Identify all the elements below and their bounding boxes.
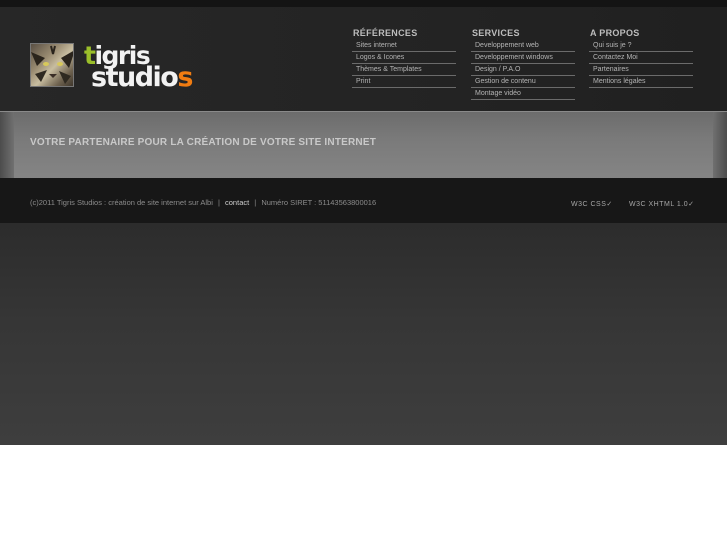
menu-item-dev-web[interactable]: Developpement web — [471, 40, 575, 52]
top-band — [0, 0, 727, 7]
menu-item-print[interactable]: Print — [352, 76, 456, 88]
menu-item-qui-suis-je[interactable]: Qui suis je ? — [589, 40, 693, 52]
menu-item-logos-icones[interactable]: Logos & Icones — [352, 52, 456, 64]
tagline-banner: VOTRE PARTENAIRE POUR LA CRÉATION DE VOT… — [0, 111, 727, 179]
menu-heading-apropos: A PROPOS — [590, 28, 640, 38]
menu-item-partenaires[interactable]: Partenaires — [589, 64, 693, 76]
menu-heading-references: RÉFÉRENCES — [353, 28, 418, 38]
footer-copyright: (c)2011 Tigris Studios : création de sit… — [30, 198, 213, 207]
site-header: tigris studios RÉFÉRENCES Sites internet… — [0, 7, 727, 111]
tiger-face-icon — [31, 45, 73, 84]
site-footer: (c)2011 Tigris Studios : création de sit… — [0, 178, 727, 223]
menu-services: SERVICES Developpement web Developpement… — [471, 27, 575, 100]
page-background-panel — [0, 223, 727, 445]
menu-item-gestion-contenu[interactable]: Gestion de contenu — [471, 76, 575, 88]
menu-item-mentions-legales[interactable]: Mentions légales — [589, 76, 693, 88]
banner-edge-right — [713, 112, 727, 179]
footer-contact-link[interactable]: contact — [225, 198, 249, 207]
w3c-xhtml-badge-link[interactable]: W3C XHTML 1.0✓ — [629, 200, 695, 208]
logo-wordmark-studios: studios — [91, 62, 193, 93]
footer-separator: | — [217, 198, 220, 207]
tiger-logo-image — [30, 43, 74, 87]
menu-item-montage-video[interactable]: Montage vidéo — [471, 88, 575, 100]
footer-siret: Numéro SIRET : 51143563800016 — [261, 198, 377, 207]
menu-item-design-pao[interactable]: Design / P.A.O — [471, 64, 575, 76]
banner-edge-left — [0, 112, 14, 179]
menu-item-themes-templates[interactable]: Thèmes & Templates — [352, 64, 456, 76]
menu-item-dev-windows[interactable]: Developpement windows — [471, 52, 575, 64]
footer-text: (c)2011 Tigris Studios : création de sit… — [30, 198, 376, 207]
footer-separator: | — [254, 198, 257, 207]
site-logo[interactable]: tigris studios — [30, 41, 240, 99]
tagline-text: VOTRE PARTENAIRE POUR LA CRÉATION DE VOT… — [30, 137, 377, 148]
menu-heading-services: SERVICES — [472, 28, 520, 38]
w3c-css-badge-link[interactable]: W3C CSS✓ — [571, 200, 613, 208]
menu-item-contactez-moi[interactable]: Contactez Moi — [589, 52, 693, 64]
menu-references: RÉFÉRENCES Sites internet Logos & Icones… — [352, 27, 456, 88]
menu-apropos: A PROPOS Qui suis je ? Contactez Moi Par… — [589, 27, 693, 88]
menu-item-sites-internet[interactable]: Sites internet — [352, 40, 456, 52]
